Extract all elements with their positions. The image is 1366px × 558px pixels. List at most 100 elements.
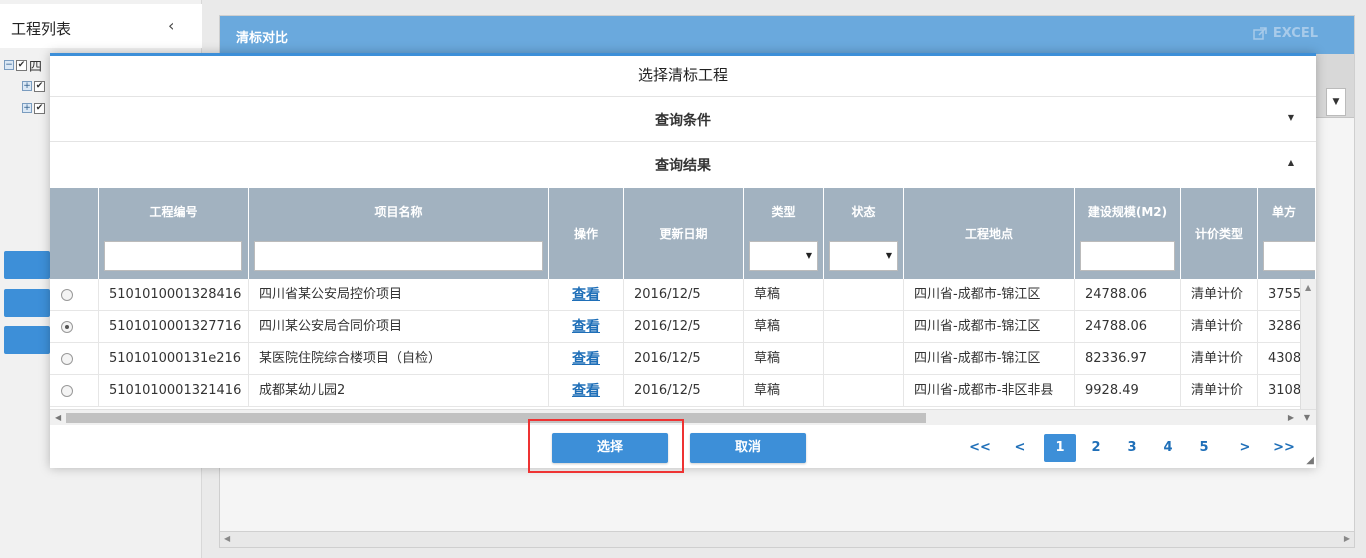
excel-export-button[interactable]: EXCEL [1253, 26, 1318, 41]
tree-node-child[interactable]: + ✔ [22, 79, 45, 93]
view-link[interactable]: 查看 [549, 375, 624, 407]
header-updated: 更新日期 [624, 188, 744, 279]
tree-checkbox[interactable]: ✔ [34, 80, 45, 92]
tree-expand-icon[interactable]: + [22, 103, 32, 113]
tree-node-root[interactable]: − ✔ 四 [4, 58, 42, 75]
header-radio-col [50, 188, 99, 279]
cell-type: 草稿 [744, 311, 824, 343]
scroll-right-icon[interactable]: ▶ [1344, 534, 1350, 543]
cell-name: 四川某公安局合同价项目 [249, 311, 549, 343]
cell-type: 草稿 [744, 375, 824, 407]
header-name-label: 项目名称 [374, 205, 423, 219]
pager-page-2[interactable]: 2 [1084, 434, 1108, 462]
query-conditions-section[interactable]: 查询条件 ▼ [50, 96, 1316, 140]
select-project-dialog: 选择清标工程 查询条件 ▼ 查询结果 ▲ 工程编号 项目名称 操作 更新日期 类… [50, 53, 1316, 468]
cell-location: 四川省-成都市-锦江区 [904, 343, 1075, 375]
pager-page-5[interactable]: 5 [1192, 434, 1216, 462]
header-location-label: 工程地点 [964, 227, 1013, 241]
side-action-button[interactable] [4, 326, 50, 354]
header-updated-label: 更新日期 [659, 227, 708, 241]
scrollbar-thumb[interactable] [66, 413, 926, 423]
header-location: 工程地点 [904, 188, 1075, 279]
scroll-right-icon[interactable]: ▶ [1288, 413, 1294, 422]
unit-filter-input[interactable] [1263, 241, 1315, 271]
view-link[interactable]: 查看 [549, 343, 624, 375]
row-select-radio[interactable] [61, 289, 73, 301]
compare-panel-header: 清标对比 EXCEL [220, 16, 1354, 54]
tree-checkbox[interactable]: ✔ [34, 102, 45, 114]
tree-checkbox[interactable]: ✔ [16, 59, 27, 71]
header-scale: 建设规模(M2) [1075, 188, 1181, 279]
cell-code: 5101010001328416 [99, 279, 249, 311]
scroll-up-icon[interactable]: ▲ [1305, 283, 1311, 292]
cell-type: 草稿 [744, 343, 824, 375]
pager-page-4[interactable]: 4 [1156, 434, 1180, 462]
pager-last[interactable]: >> [1270, 434, 1298, 462]
view-link[interactable]: 查看 [549, 279, 624, 311]
cell-updated: 2016/12/5 [624, 343, 744, 375]
caret-down-icon[interactable]: ▼ [1288, 113, 1294, 122]
cell-updated: 2016/12/5 [624, 279, 744, 311]
project-list-title: 工程列表 [11, 20, 72, 38]
cell-pricing: 清单计价 [1181, 343, 1258, 375]
tree-collapse-icon[interactable]: − [4, 60, 14, 70]
cell-updated: 2016/12/5 [624, 375, 744, 407]
scroll-left-icon[interactable]: ◀ [55, 413, 61, 422]
select-button[interactable]: 选择 [552, 433, 668, 463]
type-filter-select[interactable]: ▼ [749, 241, 818, 271]
pager-page-3[interactable]: 3 [1120, 434, 1144, 462]
cell-pricing: 清单计价 [1181, 375, 1258, 407]
pager-first[interactable]: << [966, 434, 994, 462]
row-select-radio[interactable] [61, 353, 73, 365]
code-filter-input[interactable] [104, 241, 242, 271]
query-results-label: 查询结果 [655, 158, 711, 174]
table-row[interactable]: 5101010001328416 四川省某公安局控价项目 查看 2016/12/5 草稿… [50, 279, 1301, 311]
header-type: 类型 ▼ [744, 188, 824, 279]
cancel-button[interactable]: 取消 [690, 433, 806, 463]
cell-scale: 82336.97 [1075, 343, 1181, 375]
side-action-button[interactable] [4, 251, 50, 279]
view-link[interactable]: 查看 [549, 311, 624, 343]
header-pricing-label: 计价类型 [1194, 227, 1243, 241]
cell-scale: 24788.06 [1075, 279, 1181, 311]
tree-node-child[interactable]: + ✔ [22, 101, 45, 115]
pager-page-1[interactable]: 1 [1044, 434, 1076, 462]
cell-status [824, 279, 904, 311]
compare-panel-title: 清标对比 [236, 31, 289, 46]
caret-up-icon[interactable]: ▲ [1288, 158, 1294, 167]
row-radio-cell [50, 343, 99, 375]
cell-location: 四川省-成都市-锦江区 [904, 279, 1075, 311]
table-vertical-scrollbar[interactable]: ▲ [1300, 279, 1316, 409]
cell-scale: 24788.06 [1075, 311, 1181, 343]
query-results-section[interactable]: 查询结果 ▲ [50, 141, 1316, 185]
pager-prev[interactable]: < [1008, 434, 1032, 462]
header-name: 项目名称 [249, 188, 549, 279]
main-horizontal-scrollbar[interactable]: ◀ ▶ [220, 531, 1354, 547]
cell-location: 四川省-成都市-非区非县 [904, 375, 1075, 407]
cell-scale: 9928.49 [1075, 375, 1181, 407]
side-action-button[interactable] [4, 289, 50, 317]
table-header: 工程编号 项目名称 操作 更新日期 类型 ▼ 状态 ▼ 工程地点 建设规模(M2… [50, 188, 1316, 279]
scroll-down-icon[interactable]: ▼ [1304, 413, 1310, 422]
row-select-radio[interactable] [61, 321, 73, 333]
cell-name: 四川省某公安局控价项目 [249, 279, 549, 311]
table-row[interactable]: 510101000131e216 某医院住院综合楼项目（自检） 查看 2016/12/… [50, 343, 1301, 375]
row-radio-cell [50, 279, 99, 311]
header-code: 工程编号 [99, 188, 249, 279]
pager-next[interactable]: > [1233, 434, 1257, 462]
header-unit: 单方 [1258, 188, 1316, 279]
table-row[interactable]: 5101010001327716 四川某公安局合同价项目 查看 2016/12/5 草稿… [50, 311, 1301, 343]
tree-expand-icon[interactable]: + [22, 81, 32, 91]
scroll-left-icon[interactable]: ◀ [224, 534, 230, 543]
collapse-chevron-icon[interactable]: ‹ [168, 18, 184, 34]
compare-select-dropdown[interactable]: ▼ [1326, 88, 1346, 116]
status-filter-select[interactable]: ▼ [829, 241, 898, 271]
dropdown-arrow-icon: ▼ [805, 251, 812, 260]
cell-pricing: 清单计价 [1181, 311, 1258, 343]
resize-grip-icon[interactable]: ◢ [1306, 455, 1314, 466]
name-filter-input[interactable] [254, 241, 543, 271]
row-select-radio[interactable] [61, 385, 73, 397]
scale-filter-input[interactable] [1080, 241, 1175, 271]
table-row[interactable]: 5101010001321416 成都某幼儿园2 查看 2016/12/5 草稿 四川省-… [50, 375, 1301, 407]
header-code-label: 工程编号 [149, 205, 198, 219]
